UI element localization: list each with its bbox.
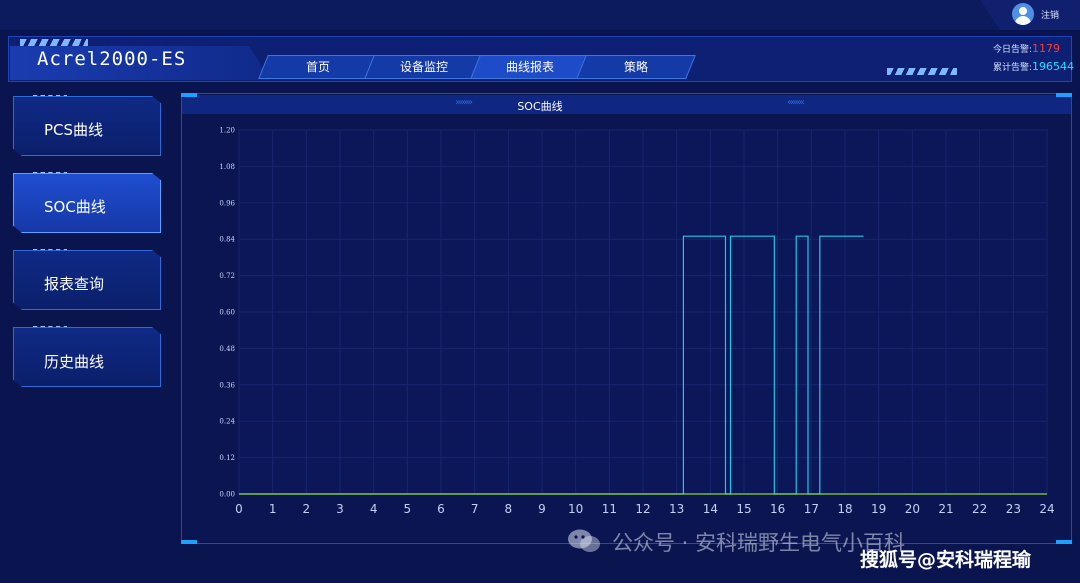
chart-x-tick-label: 3 bbox=[336, 502, 344, 516]
chart-x-tick-label: 21 bbox=[938, 502, 953, 516]
chart-x-tick-label: 18 bbox=[837, 502, 852, 516]
chart-x-tick-label: 19 bbox=[871, 502, 886, 516]
chart-y-tick-label: 0.60 bbox=[219, 309, 235, 317]
chart-x-tick-label: 17 bbox=[804, 502, 819, 516]
chart-y-tick-label: 0.48 bbox=[219, 345, 235, 353]
chart-x-tick-label: 0 bbox=[235, 502, 243, 516]
chart-x-tick-label: 8 bbox=[505, 502, 513, 516]
chart-y-tick-label: 0.96 bbox=[219, 199, 235, 207]
chart-x-tick-label: 1 bbox=[269, 502, 277, 516]
chart-y-tick-label: 0.12 bbox=[219, 454, 235, 462]
chart-x-tick-label: 11 bbox=[602, 502, 617, 516]
chart-y-tick-label: 0.84 bbox=[219, 236, 235, 244]
chart-y-tick-label: 0.36 bbox=[219, 381, 235, 389]
chart-x-tick-label: 13 bbox=[669, 502, 684, 516]
chart-y-tick-label: 0.24 bbox=[219, 418, 235, 426]
chart-y-tick-label: 1.08 bbox=[219, 163, 235, 171]
chart-y-tick-label: 0.72 bbox=[219, 272, 235, 280]
wechat-icon bbox=[568, 529, 600, 552]
watermark-sohu-account: 搜狐号@安科瑞程瑜 bbox=[860, 549, 1032, 571]
chart-x-tick-label: 12 bbox=[635, 502, 650, 516]
soc-line-chart: 0.00 0.12 0.24 0.36 0.48 0.60 0.72 0.84 0.96 1.08… bbox=[219, 127, 1054, 517]
chart-x-tick-label: 20 bbox=[905, 502, 920, 516]
chart-x-tick-label: 7 bbox=[471, 502, 479, 516]
chart-x-tick-label: 2 bbox=[303, 502, 311, 516]
chart-x-tick-label: 10 bbox=[568, 502, 583, 516]
chart-x-tick-label: 24 bbox=[1039, 502, 1054, 516]
chart-y-tick-label: 1.20 bbox=[219, 127, 235, 135]
chart-y-tick-label: 0.00 bbox=[219, 491, 235, 499]
chart-x-tick-label: 9 bbox=[538, 502, 546, 516]
chart-x-tick-label: 16 bbox=[770, 502, 785, 516]
chart-x-tick-label: 15 bbox=[736, 502, 751, 516]
chart-x-tick-label: 22 bbox=[972, 502, 987, 516]
chart-x-tick-label: 5 bbox=[404, 502, 412, 516]
chart-x-tick-label: 6 bbox=[437, 502, 445, 516]
chart-x-tick-label: 14 bbox=[703, 502, 718, 516]
chart-x-tick-label: 23 bbox=[1006, 502, 1021, 516]
chart-x-tick-label: 4 bbox=[370, 502, 378, 516]
